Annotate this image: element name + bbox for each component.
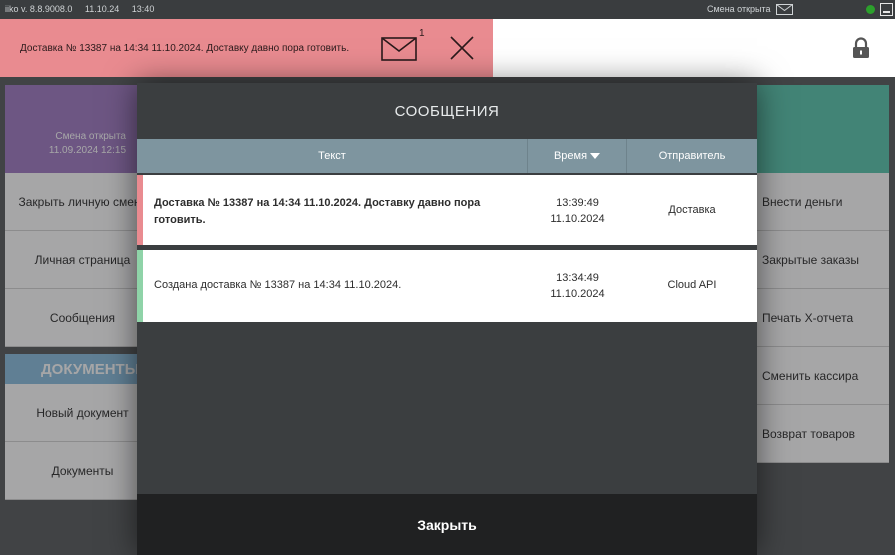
message-row[interactable]: Доставка № 13387 на 14:34 11.10.2024. До… bbox=[137, 175, 757, 245]
close-dialog-button[interactable]: Закрыть bbox=[137, 494, 757, 555]
shift-status: Смена открыта bbox=[707, 4, 771, 14]
status-date: 11.10.24 bbox=[84, 4, 120, 14]
notification-text: Доставка № 13387 на 14:34 11.10.2024. До… bbox=[20, 43, 350, 54]
status-bar: iiko v. 8.8.9008.0 11.10.24 13:40 Смена … bbox=[0, 0, 895, 19]
message-time: 13:34:49 11.10.2024 bbox=[550, 272, 605, 300]
sort-desc-icon bbox=[590, 153, 601, 159]
notification-bar[interactable]: Доставка № 13387 на 14:34 11.10.2024. До… bbox=[0, 19, 493, 77]
close-icon[interactable] bbox=[449, 35, 475, 61]
top-right-area bbox=[493, 19, 895, 77]
minimize-window-button[interactable] bbox=[880, 3, 893, 16]
message-text: Создана доставка № 13387 на 14:34 11.10.… bbox=[154, 279, 402, 291]
messages-table-header: Текст Время Отправитель bbox=[137, 139, 757, 173]
column-header-text[interactable]: Текст bbox=[137, 139, 528, 173]
status-left: iiko v. 8.8.9008.0 11.10.24 13:40 bbox=[5, 4, 164, 14]
message-row[interactable]: Создана доставка № 13387 на 14:34 11.10.… bbox=[137, 250, 757, 322]
message-sender: Доставка bbox=[668, 204, 716, 216]
online-indicator bbox=[866, 5, 875, 14]
messages-dialog: СООБЩЕНИЯ Текст Время Отправитель Достав… bbox=[137, 83, 757, 555]
app-version: iiko v. 8.8.9008.0 bbox=[5, 4, 73, 14]
unread-count: 1 bbox=[419, 28, 425, 39]
mail-icon[interactable] bbox=[381, 37, 417, 61]
status-time: 13:40 bbox=[131, 4, 155, 14]
message-text: Доставка № 13387 на 14:34 11.10.2024. До… bbox=[154, 197, 481, 226]
priority-accent bbox=[137, 250, 143, 322]
lock-icon[interactable] bbox=[852, 37, 870, 59]
message-sender: Cloud API bbox=[667, 279, 717, 291]
column-header-time[interactable]: Время bbox=[528, 139, 627, 173]
priority-accent bbox=[137, 175, 143, 245]
mail-icon[interactable] bbox=[776, 4, 793, 15]
dialog-title: СООБЩЕНИЯ bbox=[394, 102, 500, 120]
column-header-sender[interactable]: Отправитель bbox=[627, 139, 757, 173]
message-time: 13:39:49 11.10.2024 bbox=[550, 197, 605, 225]
